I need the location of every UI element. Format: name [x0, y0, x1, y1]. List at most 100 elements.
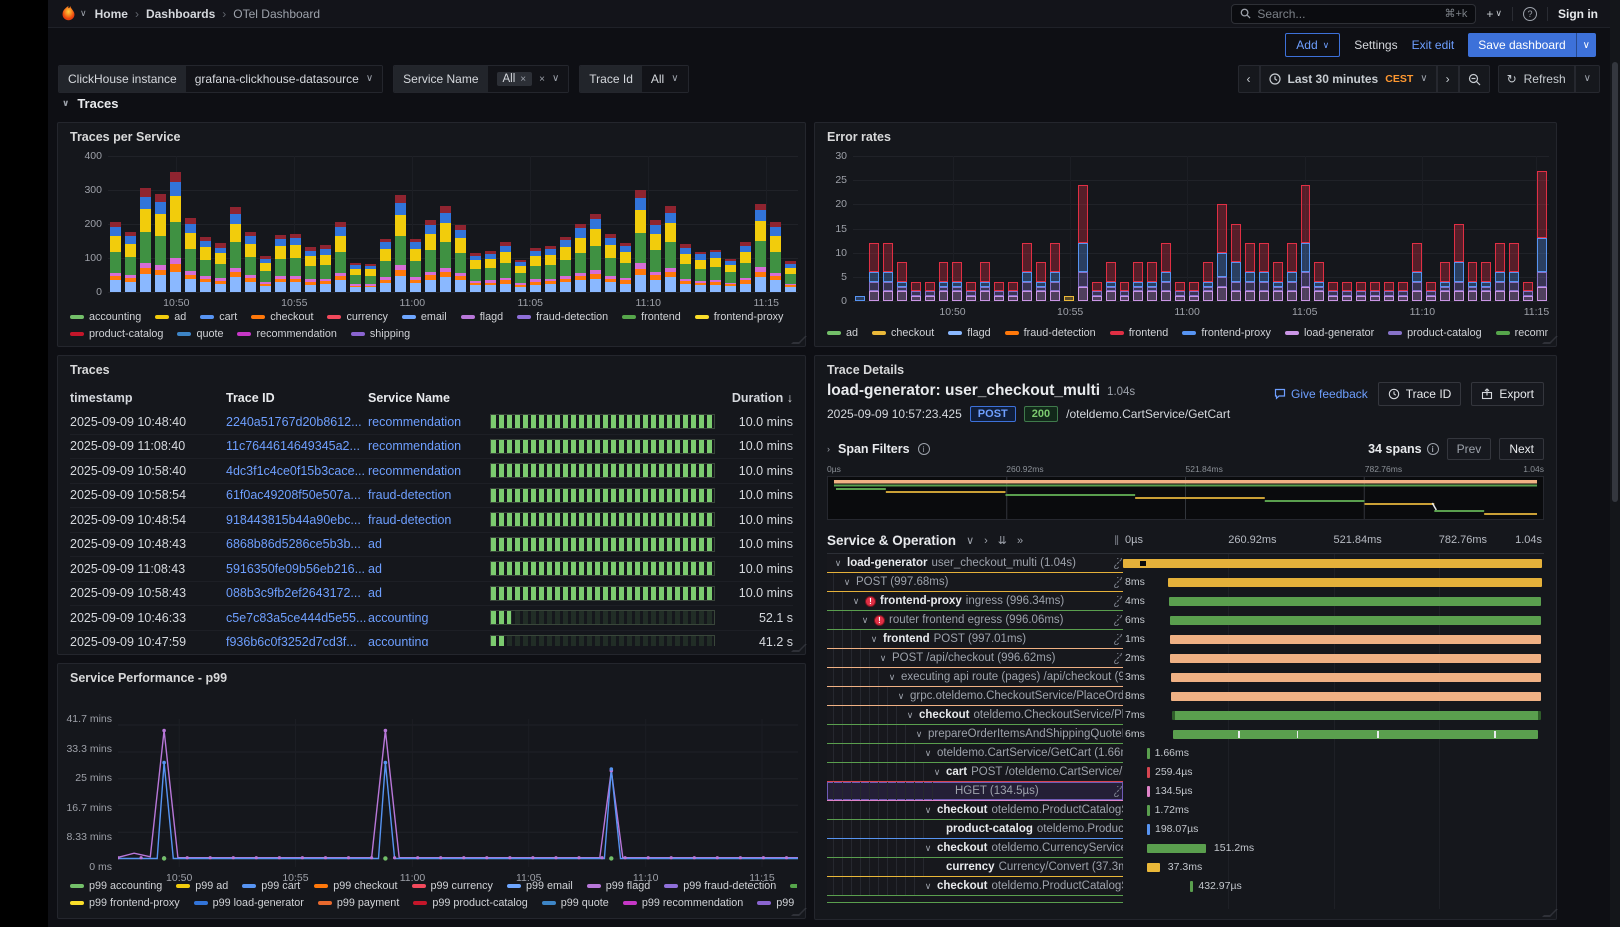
table-row[interactable]: 2025-09-09 10:48:436868b86d5286ce5b3b...… [70, 533, 793, 558]
legend-item[interactable]: cart [200, 311, 237, 323]
next-button[interactable]: Next [1499, 438, 1544, 460]
panel-title[interactable]: Error rates [827, 130, 891, 144]
span-toggle-icon[interactable]: ∨ [923, 805, 933, 816]
span-row[interactable]: ∨!router frontend egress (996.06ms)6ms [827, 611, 1544, 630]
table-row[interactable]: 2025-09-09 11:08:435916350fe09b56eb216..… [70, 557, 793, 582]
legend-item[interactable]: quote [177, 328, 223, 340]
span-toggle-icon[interactable]: ∨ [860, 615, 870, 626]
span-timeline-cell[interactable]: 1.72ms [1123, 801, 1544, 820]
span-toggle-icon[interactable]: ∨ [914, 729, 924, 740]
span-toggle-icon[interactable]: ∨ [932, 767, 942, 778]
col-service-name[interactable]: Service Name [368, 391, 490, 405]
span-name-cell[interactable]: ∨checkoutoteldemo.CheckoutService/PlaceO [827, 706, 1123, 725]
cell-service-link[interactable]: accounting [368, 635, 490, 646]
save-dashboard-button[interactable]: Save dashboard∨ [1468, 33, 1596, 57]
table-row[interactable]: 2025-09-09 10:48:402240a51767d20b8612...… [70, 410, 793, 435]
export-button[interactable]: Export [1471, 382, 1544, 406]
legend-item[interactable]: frontend [622, 311, 681, 323]
span-name-cell[interactable]: ∨executing api route (pages) /api/checko… [827, 668, 1123, 687]
span-timeline-cell[interactable]: 37.3ms [1123, 858, 1544, 877]
span-timeline-cell[interactable]: 4ms [1123, 592, 1544, 611]
cell-service-link[interactable]: ad [368, 562, 490, 576]
clear-icon[interactable]: × [539, 74, 545, 85]
legend-item[interactable]: p99 frontend [790, 880, 797, 892]
legend-item[interactable]: p99 payment [318, 897, 399, 909]
span-timeline-cell[interactable]: 134.5µs [1123, 782, 1544, 801]
panel-title[interactable]: Service Performance - p99 [70, 671, 227, 685]
span-timeline-cell[interactable]: 3ms [1123, 668, 1544, 687]
time-shift-back-button[interactable]: ‹ [1238, 65, 1260, 93]
span-name-cell[interactable]: ∨frontendPOST (997.01ms) [827, 630, 1123, 649]
exit-edit-button[interactable]: Exit edit [1412, 38, 1455, 52]
span-link-icon[interactable] [1112, 596, 1123, 607]
legend-item[interactable]: p99 accounting [70, 880, 162, 892]
give-feedback-link[interactable]: Give feedback [1274, 387, 1368, 401]
time-shift-forward-button[interactable]: › [1437, 65, 1459, 93]
span-link-icon[interactable] [1112, 615, 1123, 626]
legend-item[interactable]: p99 ad [176, 880, 228, 892]
legend-item[interactable]: frontend-proxy [695, 311, 784, 323]
help-icon[interactable]: ? [1523, 7, 1537, 21]
table-row[interactable]: 2025-09-09 10:46:33c5e7c83a5ce444d5e55..… [70, 606, 793, 631]
legend-item[interactable]: ad [827, 327, 858, 339]
span-timeline-cell[interactable]: 7ms [1123, 706, 1544, 725]
span-name-cell[interactable]: ∨checkoutoteldemo.CurrencyService/Co [827, 839, 1123, 858]
legend-item[interactable]: p99 fraud-detection [664, 880, 776, 892]
cell-trace-id-link[interactable]: 088b3c9fb2ef2643172... [226, 586, 368, 600]
cell-trace-id-link[interactable]: c5e7c83a5ce444d5e55... [226, 611, 368, 625]
span-name-cell[interactable]: ∨!router frontend egress (996.06ms) [827, 611, 1123, 630]
traces-section-header[interactable]: ∨ Traces [62, 96, 119, 111]
table-row[interactable]: 2025-09-09 10:47:59f936b6c0f3252d7cd3f..… [70, 631, 793, 647]
span-row[interactable]: HGET (134.5µs)134.5µs [827, 782, 1544, 801]
span-timeline-cell[interactable]: 151.2ms [1123, 839, 1544, 858]
table-row[interactable]: 2025-09-09 10:58:5461f0ac49208f50e507a..… [70, 484, 793, 509]
span-filters-label[interactable]: Span Filters [838, 442, 910, 456]
service-name-select[interactable]: All× ×∨ [488, 66, 569, 92]
clickhouse-instance-select[interactable]: grafana-clickhouse-datasource∨ [186, 66, 382, 92]
legend-item[interactable]: p99 frontend-proxy [70, 897, 180, 909]
expand-all-icon[interactable]: » [1017, 535, 1023, 547]
collapse-one-icon[interactable]: ∨ [966, 534, 974, 547]
span-toggle-icon[interactable]: ∨ [869, 634, 879, 645]
table-row[interactable]: 2025-09-09 10:48:54918443815b44a90ebc...… [70, 508, 793, 533]
refresh-interval-caret[interactable]: ∨ [1575, 65, 1600, 93]
span-name-cell[interactable]: ∨POST (997.68ms) [827, 573, 1123, 592]
span-row[interactable] [827, 896, 1544, 903]
legend-item[interactable]: product-catalog [1388, 327, 1481, 339]
panel-resize-handle[interactable] [1542, 909, 1558, 917]
legend-item[interactable]: currency [327, 311, 387, 323]
span-toggle-icon[interactable]: ∨ [896, 691, 906, 702]
span-name-cell[interactable]: ∨POST /api/checkout (996.62ms) [827, 649, 1123, 668]
cell-service-link[interactable]: ad [368, 537, 490, 551]
legend-item[interactable]: flagd [461, 311, 503, 323]
span-row[interactable]: ∨frontendPOST (997.01ms)1ms [827, 630, 1544, 649]
search-input[interactable]: Search... ⌘+k [1231, 4, 1476, 24]
prev-button[interactable]: Prev [1447, 438, 1492, 460]
breadcrumb-home[interactable]: Home [95, 7, 128, 21]
span-name-cell[interactable]: ∨grpc.oteldemo.CheckoutService/PlaceOrde… [827, 687, 1123, 706]
span-toggle-icon[interactable]: ∨ [923, 881, 933, 892]
settings-button[interactable]: Settings [1354, 38, 1397, 52]
legend-item[interactable]: p99 cart [242, 880, 300, 892]
span-row[interactable]: ∨checkoutoteldemo.CurrencyService/Co151.… [827, 839, 1544, 858]
legend-item[interactable]: p99 quote [542, 897, 609, 909]
span-timeline-cell[interactable]: 6ms [1123, 725, 1544, 744]
span-row[interactable]: ∨executing api route (pages) /api/checko… [827, 668, 1544, 687]
trace-minimap[interactable] [827, 476, 1544, 520]
grafana-logo[interactable]: ∨ [60, 5, 87, 22]
cell-trace-id-link[interactable]: 6868b86d5286ce5b3b... [226, 537, 368, 551]
legend-item[interactable]: email [402, 311, 447, 323]
add-button[interactable]: Add∨ [1285, 33, 1340, 57]
span-link-icon[interactable] [1112, 558, 1123, 569]
span-timeline-cell[interactable]: 1ms [1123, 630, 1544, 649]
collapse-all-icon[interactable]: ⇊ [998, 534, 1007, 547]
trace-id-select[interactable]: All∨ [642, 66, 688, 92]
table-row[interactable]: 2025-09-09 11:08:4011c7644614649345a2...… [70, 435, 793, 460]
table-row[interactable]: 2025-09-09 10:58:404dc3f1c4ce0f15b3cace.… [70, 459, 793, 484]
panel-title[interactable]: Trace Details [827, 363, 904, 377]
col-timestamp[interactable]: timestamp [70, 391, 226, 405]
span-name-cell[interactable]: ∨checkoutoteldemo.ProductCatalogServ [827, 801, 1123, 820]
expand-one-icon[interactable]: › [984, 535, 988, 547]
save-options-caret[interactable]: ∨ [1576, 33, 1596, 57]
col-trace-id[interactable]: Trace ID [226, 391, 368, 405]
